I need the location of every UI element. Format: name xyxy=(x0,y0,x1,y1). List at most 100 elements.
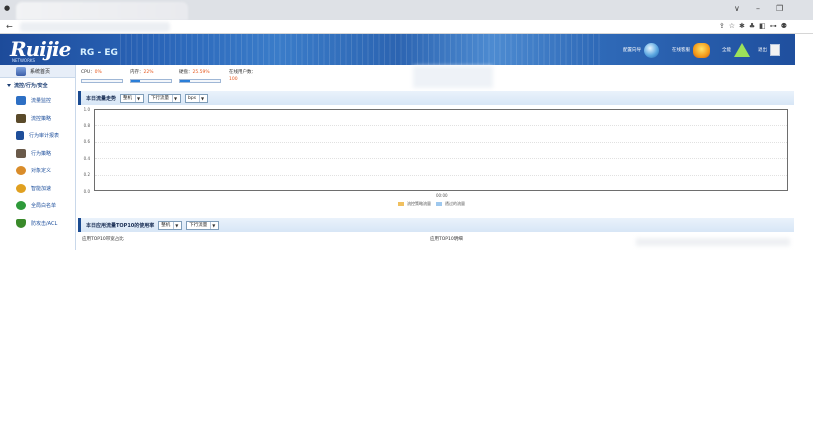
cpu-value: 0% xyxy=(94,70,102,75)
sidebar-item-label: 系统首页 xyxy=(30,68,51,75)
sidebar-item-acceleration[interactable]: 智能加速 xyxy=(0,180,75,198)
sidebar-item-object-define[interactable]: 对象定义 xyxy=(0,162,75,180)
logout-button[interactable]: 退出 xyxy=(758,42,780,58)
left-sidebar: 系统首页 流控/行为/安全 流量监控 流控策略 行为审计报表 行为策略 对象定义… xyxy=(0,65,76,250)
chevron-down-icon: ▼ xyxy=(173,221,179,229)
back-arrow-icon[interactable]: ← xyxy=(6,22,13,31)
top10-direction-select[interactable]: 下行流量 ▼ xyxy=(186,220,220,230)
y-tick-label: 0.4 xyxy=(83,155,90,161)
all-label: 全能 xyxy=(722,48,731,53)
sidebar-item-label: 流控策略 xyxy=(31,115,52,122)
top10-device-select[interactable]: 整机 ▼ xyxy=(158,220,183,230)
sidebar-item-whitelist[interactable]: 全局白名单 xyxy=(0,197,75,215)
accelerate-icon xyxy=(16,183,26,193)
memory-bar xyxy=(130,79,172,83)
exit-icon xyxy=(770,44,780,56)
disk-stat: 硬盘：25.59% xyxy=(179,69,210,75)
cpu-stat: CPU：0% xyxy=(81,69,102,75)
device-select[interactable]: 整机 ▼ xyxy=(120,93,145,103)
app-banner: Ruijie NETWORKS RG - EG 配置向导 在线客服 全能 退出 xyxy=(0,34,795,65)
monitor-icon xyxy=(16,96,26,106)
tab-list-icon[interactable]: ∨ xyxy=(734,4,740,13)
chevron-down-icon: ▼ xyxy=(210,221,216,229)
shield-icon xyxy=(16,218,26,228)
top10-bandwidth-label: 应用TOP10带宽占比 xyxy=(82,237,124,242)
unit-select-value: bps xyxy=(188,95,197,101)
legend-swatch-passthrough xyxy=(436,202,442,206)
policy-icon xyxy=(16,113,26,123)
grid-line xyxy=(95,125,787,127)
maximize-icon[interactable]: ❐ xyxy=(776,4,783,13)
chart-legend: 流控策略流量 透过的流量 xyxy=(398,201,465,207)
browser-tab-strip: ● ∨ – ❐ xyxy=(0,0,813,20)
logout-label: 退出 xyxy=(758,48,767,53)
browser-tab[interactable] xyxy=(16,2,188,20)
address-input[interactable] xyxy=(20,22,170,32)
sidebar-item-label: 智能加速 xyxy=(31,185,52,192)
triangle-icon xyxy=(734,43,750,57)
sidebar-item-flow-policy[interactable]: 流控策略 xyxy=(0,110,75,128)
y-tick-label: 0.2 xyxy=(83,172,90,178)
disk-label: 硬盘： xyxy=(179,70,193,75)
sidebar-item-home[interactable]: 系统首页 xyxy=(0,65,75,78)
memory-label: 内存： xyxy=(130,70,144,75)
online-service-label: 在线客服 xyxy=(672,48,690,53)
whitelist-icon xyxy=(16,201,26,211)
unit-select[interactable]: bps ▼ xyxy=(185,93,209,103)
online-users-label: 在线用户数： xyxy=(229,70,256,75)
device-select-value: 整机 xyxy=(123,96,133,101)
sidebar-item-label: 行为审计报表 xyxy=(29,133,60,140)
y-tick-label: 1.0 xyxy=(83,106,90,112)
report-icon xyxy=(16,131,24,141)
redacted-area xyxy=(413,66,493,88)
sidebar-item-label: 防攻击/ACL xyxy=(31,220,58,227)
sidebar-item-label: 行为策略 xyxy=(31,150,52,157)
device-model: RG - EG xyxy=(80,48,118,58)
disk-bar xyxy=(179,79,221,83)
chevron-down-icon: ▼ xyxy=(172,94,178,102)
grid-line xyxy=(95,174,787,176)
sidebar-item-acl[interactable]: 防攻击/ACL xyxy=(0,215,75,233)
sidebar-item-label: 对象定义 xyxy=(31,168,52,175)
address-bar-row: ← ⇪☆✱♣◧⊶⚉ xyxy=(0,20,813,34)
sidebar-item-label: 流量监控 xyxy=(31,98,52,105)
sidebar-item-behavior-policy[interactable]: 行为策略 xyxy=(0,145,75,163)
cpu-label: CPU： xyxy=(81,70,95,75)
online-users-stat: 在线用户数： xyxy=(229,69,256,75)
memory-stat: 内存：22% xyxy=(130,69,154,75)
redacted-area xyxy=(636,238,790,246)
x-tick-label: 00:00 xyxy=(436,193,448,198)
sidebar-item-traffic-monitor[interactable]: 流量监控 xyxy=(0,92,75,110)
chart-plot-area xyxy=(94,109,788,191)
top10-detail-label: 应用TOP10明细 xyxy=(430,237,463,242)
y-tick-label: 0.6 xyxy=(83,139,90,145)
sidebar-group-flow-control[interactable]: 流控/行为/安全 xyxy=(0,78,75,92)
top10-direction-select-value: 下行流量 xyxy=(189,223,208,228)
top10-device-select-value: 整机 xyxy=(161,223,171,228)
config-wizard-label: 配置向导 xyxy=(623,48,641,53)
online-users-value-wrap: 100 xyxy=(229,77,238,82)
disk-value: 25.59% xyxy=(192,70,210,75)
sidebar-item-audit-report[interactable]: 行为审计报表 xyxy=(0,127,75,145)
memory-bar-fill xyxy=(131,80,140,82)
online-users-value[interactable]: 100 xyxy=(229,77,238,82)
banner-decoration xyxy=(120,34,600,65)
chevron-down-icon xyxy=(7,83,11,87)
config-wizard-button[interactable]: 配置向导 xyxy=(623,42,659,58)
minimize-icon[interactable]: – xyxy=(756,4,760,13)
all-button[interactable]: 全能 xyxy=(722,42,750,58)
home-icon xyxy=(16,66,26,76)
disk-bar-fill xyxy=(180,80,191,82)
y-tick-label: 0.0 xyxy=(83,188,90,194)
top10-header: 本日应用流量TOP10的使用率 整机 ▼ 下行流量 ▼ xyxy=(78,218,794,232)
direction-select[interactable]: 下行流量 ▼ xyxy=(148,93,182,103)
sidebar-item-label: 全局白名单 xyxy=(31,203,57,210)
object-icon xyxy=(16,166,26,176)
extension-icons[interactable]: ⇪☆✱♣◧⊶⚉ xyxy=(719,22,791,30)
sidebar-group-label: 流控/行为/安全 xyxy=(14,82,48,89)
online-service-button[interactable]: 在线客服 xyxy=(672,42,710,58)
legend-label-passthrough: 透过的流量 xyxy=(445,201,465,206)
people-icon xyxy=(693,42,710,58)
grid-line xyxy=(95,141,787,143)
top10-title: 本日应用流量TOP10的使用率 xyxy=(86,222,155,229)
